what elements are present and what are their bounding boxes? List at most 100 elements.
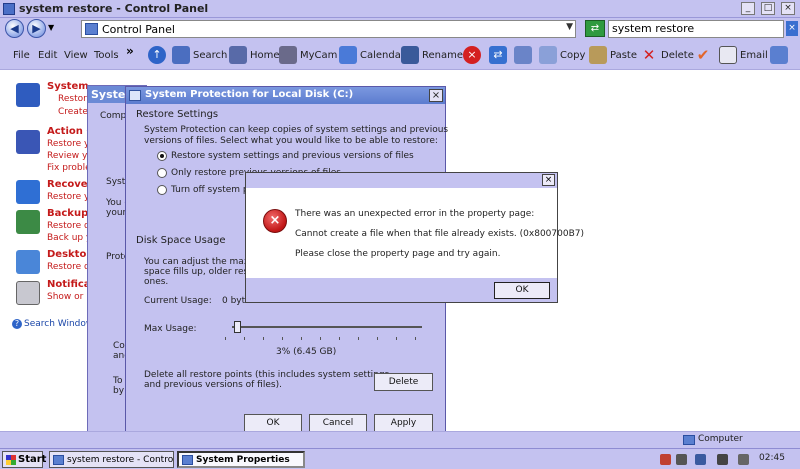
menu-view[interactable]: View: [64, 50, 88, 61]
system-properties-icon: [182, 454, 193, 465]
windows-logo-icon: [6, 454, 16, 465]
search-clear-button[interactable]: ×: [786, 21, 798, 36]
search-icon: [172, 46, 190, 64]
taskbar-item-control-panel[interactable]: system restore - Control ...: [49, 451, 174, 468]
list-item-link[interactable]: Create: [58, 107, 88, 117]
calendar-button[interactable]: Calendar: [339, 44, 405, 66]
start-label: Start: [18, 454, 47, 465]
control-panel-icon: [3, 3, 15, 15]
copy-button[interactable]: Copy: [539, 44, 585, 66]
max-usage-slider-thumb[interactable]: [233, 321, 241, 333]
email-icon: [719, 46, 737, 64]
menu-edit[interactable]: Edit: [38, 50, 57, 61]
taskbar: Start system restore - Control ... Syste…: [0, 448, 800, 469]
minimize-button[interactable]: _: [741, 2, 755, 15]
rename-button[interactable]: Rename: [401, 44, 463, 66]
tray-network-icon[interactable]: [695, 454, 706, 465]
ok-button[interactable]: OK: [244, 414, 302, 432]
views-button[interactable]: [770, 44, 788, 66]
menu-toolbar: File Edit View Tools » ↑ Search Home MyC…: [0, 40, 800, 70]
backup-icon: [16, 210, 40, 234]
rename-icon: [401, 46, 419, 64]
start-button[interactable]: Start: [2, 451, 47, 468]
search-button[interactable]: Search: [172, 44, 227, 66]
properties-button[interactable]: ✔: [694, 44, 712, 66]
notification-icon: [16, 281, 40, 305]
slider-tick: [225, 337, 226, 340]
checkmark-icon: ✔: [696, 46, 710, 64]
cancel-button[interactable]: Cancel: [309, 414, 367, 432]
go-button[interactable]: ⇄: [585, 20, 605, 37]
copy-icon: [539, 46, 557, 64]
close-button[interactable]: ×: [781, 2, 795, 15]
tray-volume-icon[interactable]: [738, 454, 749, 465]
refresh-button[interactable]: ⇄: [489, 44, 507, 66]
error-dialog-close-button[interactable]: ×: [542, 174, 555, 186]
menu-file[interactable]: File: [13, 50, 30, 61]
menu-overflow-chevron[interactable]: »: [126, 44, 134, 58]
error-icon: ×: [263, 209, 287, 233]
mycam-button[interactable]: MyCam: [279, 44, 337, 66]
rename-button-label: Rename: [422, 49, 464, 61]
recovery-icon: [16, 180, 40, 204]
history-chevron-down-icon[interactable]: ▼: [48, 23, 54, 32]
email-button[interactable]: Email: [719, 44, 768, 66]
tray-shield-icon[interactable]: [660, 454, 671, 465]
home-icon: [229, 46, 247, 64]
system-protection-close-button[interactable]: ×: [429, 89, 443, 102]
delete-restore-points-button[interactable]: Delete: [374, 373, 433, 391]
up-arrow-icon: ↑: [148, 46, 166, 64]
address-input[interactable]: Control Panel ▼: [81, 20, 576, 38]
slider-tick: [396, 337, 397, 340]
up-button[interactable]: ↑: [148, 44, 166, 66]
delete-button[interactable]: ✕ Delete: [640, 44, 694, 66]
flag-icon: [16, 130, 40, 154]
menu-tools[interactable]: Tools: [94, 50, 119, 61]
scissors-icon: [514, 46, 532, 64]
search-button-label: Search: [193, 49, 228, 61]
tray-tools-icon[interactable]: [676, 454, 687, 465]
home-button[interactable]: Home: [229, 44, 280, 66]
status-location: Computer: [698, 434, 743, 444]
window-title: system restore - Control Panel: [19, 2, 209, 15]
forward-button[interactable]: ▶: [27, 19, 46, 38]
delete-description: and previous versions of files).: [144, 380, 282, 390]
radio-restore-settings-and-files[interactable]: Restore system settings and previous ver…: [157, 151, 414, 161]
list-item-title[interactable]: Recover: [47, 179, 93, 190]
paste-button[interactable]: Paste: [589, 44, 637, 66]
slider-tick: [263, 337, 264, 340]
window-titlebar: system restore - Control Panel _ □ ×: [0, 0, 800, 18]
delete-button-label: Delete: [661, 49, 694, 61]
desktop-icon: [16, 250, 40, 274]
search-windows-help-link[interactable]: ? Search Windows: [12, 319, 98, 329]
refresh-icon: ⇄: [489, 46, 507, 64]
home-button-label: Home: [250, 49, 280, 61]
control-panel-icon: [53, 454, 64, 465]
tray-battery-icon[interactable]: [717, 454, 728, 465]
apply-button[interactable]: Apply: [374, 414, 433, 432]
max-usage-slider-track[interactable]: [232, 326, 422, 328]
error-message-line3: Please close the property page and try a…: [295, 249, 501, 259]
error-ok-button[interactable]: OK: [494, 282, 550, 299]
stop-button[interactable]: ×: [463, 44, 481, 66]
system-protection-titlebar: System Protection for Local Disk (C:) ×: [126, 87, 445, 104]
calendar-button-label: Calendar: [360, 49, 405, 61]
search-input[interactable]: system restore: [608, 20, 784, 38]
maximize-button[interactable]: □: [761, 2, 775, 15]
error-dialog-titlebar: ×: [246, 173, 557, 188]
error-message-line2: Cannot create a file when that file alre…: [295, 229, 584, 239]
taskbar-item-system-properties[interactable]: System Properties: [177, 451, 305, 468]
radio-selected-icon: [157, 151, 167, 161]
computer-icon: [683, 435, 695, 445]
slider-tick: [358, 337, 359, 340]
list-item-link[interactable]: Review yo: [47, 151, 93, 161]
stop-icon: ×: [463, 46, 481, 64]
list-item-title[interactable]: System: [47, 81, 89, 92]
delete-x-icon: ✕: [642, 46, 656, 64]
cut-button[interactable]: [514, 44, 532, 66]
copy-button-label: Copy: [560, 49, 586, 61]
paste-icon: [589, 46, 607, 64]
back-button[interactable]: ◀: [5, 19, 24, 38]
address-chevron-down-icon[interactable]: ▼: [566, 22, 573, 32]
slider-tick: [282, 337, 283, 340]
